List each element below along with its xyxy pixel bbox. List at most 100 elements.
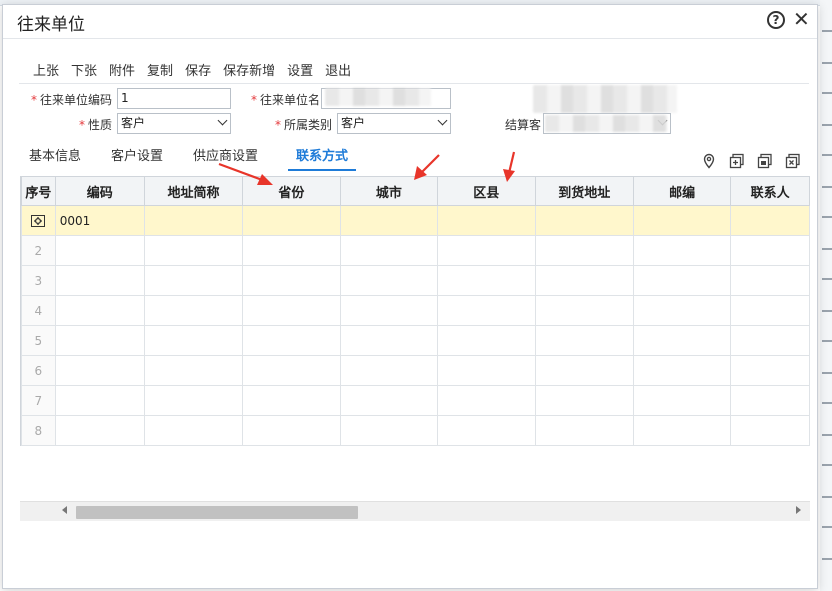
tab-customer-settings[interactable]: 客户设置 [111,145,163,171]
grid-cell[interactable] [437,235,536,266]
table-row[interactable]: 4 [21,295,810,326]
grid-cell-code[interactable] [54,385,145,416]
row-settings-icon[interactable] [31,215,46,227]
column-header[interactable]: 邮编 [632,176,732,206]
grid-cell[interactable] [730,205,810,236]
prev-button[interactable]: 上张 [33,60,59,79]
table-row[interactable]: 7 [21,385,810,416]
grid-cell[interactable] [143,325,244,356]
grid-cell[interactable] [534,235,634,266]
grid-cell[interactable] [143,295,244,326]
column-header[interactable]: 联系人 [730,176,810,206]
column-header[interactable]: 地址简称 [143,176,244,206]
scroll-right-icon[interactable] [796,506,801,514]
close-icon[interactable]: ✕ [793,8,810,30]
grid-cell[interactable] [730,295,810,326]
grid-cell[interactable] [339,265,439,296]
grid-cell[interactable] [339,385,439,416]
table-row[interactable]: 3 [21,265,810,296]
column-header[interactable]: 区县 [437,176,536,206]
tab-contact-info[interactable]: 联系方式 [288,145,357,171]
grid-cell[interactable] [534,265,634,296]
grid-cell[interactable] [534,325,634,356]
grid-cell[interactable] [242,265,341,296]
help-icon[interactable]: ? [767,11,785,29]
grid-cell[interactable] [632,205,732,236]
table-row[interactable]: 2 [21,235,810,266]
scrollbar-thumb[interactable] [76,506,358,519]
column-header[interactable]: 序号 [21,176,56,206]
grid-cell[interactable] [437,295,536,326]
save-new-button[interactable]: 保存新增 [223,60,275,79]
row-index[interactable] [21,205,56,236]
grid-cell[interactable] [339,235,439,266]
grid-cell[interactable] [534,205,634,236]
grid-cell-code[interactable] [54,235,145,266]
grid-cell[interactable] [242,385,341,416]
grid-cell[interactable] [242,325,341,356]
grid-cell[interactable] [242,415,341,446]
column-header[interactable]: 编码 [54,176,145,206]
tab-basic-info[interactable]: 基本信息 [29,145,81,171]
grid-cell[interactable] [730,385,810,416]
grid-cell[interactable] [632,265,732,296]
grid-cell[interactable] [534,355,634,386]
column-header[interactable]: 到货地址 [534,176,634,206]
grid-cell[interactable] [339,355,439,386]
exit-button[interactable]: 退出 [325,60,351,79]
grid-cell-code[interactable] [54,295,145,326]
grid-cell[interactable] [730,355,810,386]
tab-supplier-settings[interactable]: 供应商设置 [193,145,258,171]
grid-cell[interactable] [632,385,732,416]
grid-cell[interactable] [143,385,244,416]
grid-cell-code[interactable] [54,415,145,446]
grid-cell[interactable] [242,295,341,326]
grid-cell[interactable] [143,415,244,446]
grid-cell[interactable] [437,205,536,236]
attachment-button[interactable]: 附件 [109,60,135,79]
grid-cell[interactable] [143,265,244,296]
nature-select[interactable]: 客户 [117,113,231,134]
grid-cell[interactable] [339,205,439,236]
grid-cell[interactable] [632,295,732,326]
grid-cell[interactable] [534,415,634,446]
table-row[interactable]: 8 [21,415,810,446]
scroll-left-icon[interactable] [62,506,67,514]
grid-cell[interactable] [339,295,439,326]
grid-cell-code[interactable] [54,265,145,296]
copy-row-icon[interactable] [757,153,773,169]
grid-cell[interactable] [242,355,341,386]
grid-cell[interactable] [730,415,810,446]
table-row[interactable]: 6 [21,355,810,386]
grid-cell[interactable] [632,235,732,266]
grid-cell-code[interactable] [54,355,145,386]
grid-cell[interactable] [730,265,810,296]
grid-cell[interactable] [143,355,244,386]
grid-cell[interactable] [632,325,732,356]
horizontal-scrollbar[interactable] [20,501,810,521]
grid-cell[interactable] [437,385,536,416]
delete-row-icon[interactable] [785,153,801,169]
location-icon[interactable] [701,153,717,169]
grid-cell[interactable] [339,325,439,356]
grid-cell-code[interactable]: 0001 [54,205,145,236]
column-header[interactable]: 城市 [339,176,439,206]
save-button[interactable]: 保存 [185,60,211,79]
grid-cell[interactable] [143,235,244,266]
grid-cell[interactable] [242,235,341,266]
grid-cell[interactable] [437,355,536,386]
copy-button[interactable]: 复制 [147,60,173,79]
grid-cell[interactable] [632,415,732,446]
next-button[interactable]: 下张 [71,60,97,79]
grid-cell[interactable] [437,415,536,446]
column-header[interactable]: 省份 [242,176,341,206]
category-select[interactable]: 客户 [337,113,451,134]
add-row-icon[interactable] [729,153,745,169]
grid-cell[interactable] [143,205,244,236]
grid-cell-code[interactable] [54,325,145,356]
grid-cell[interactable] [437,265,536,296]
grid-cell[interactable] [534,385,634,416]
grid-cell[interactable] [339,415,439,446]
grid-cell[interactable] [437,325,536,356]
grid-cell[interactable] [242,205,341,236]
